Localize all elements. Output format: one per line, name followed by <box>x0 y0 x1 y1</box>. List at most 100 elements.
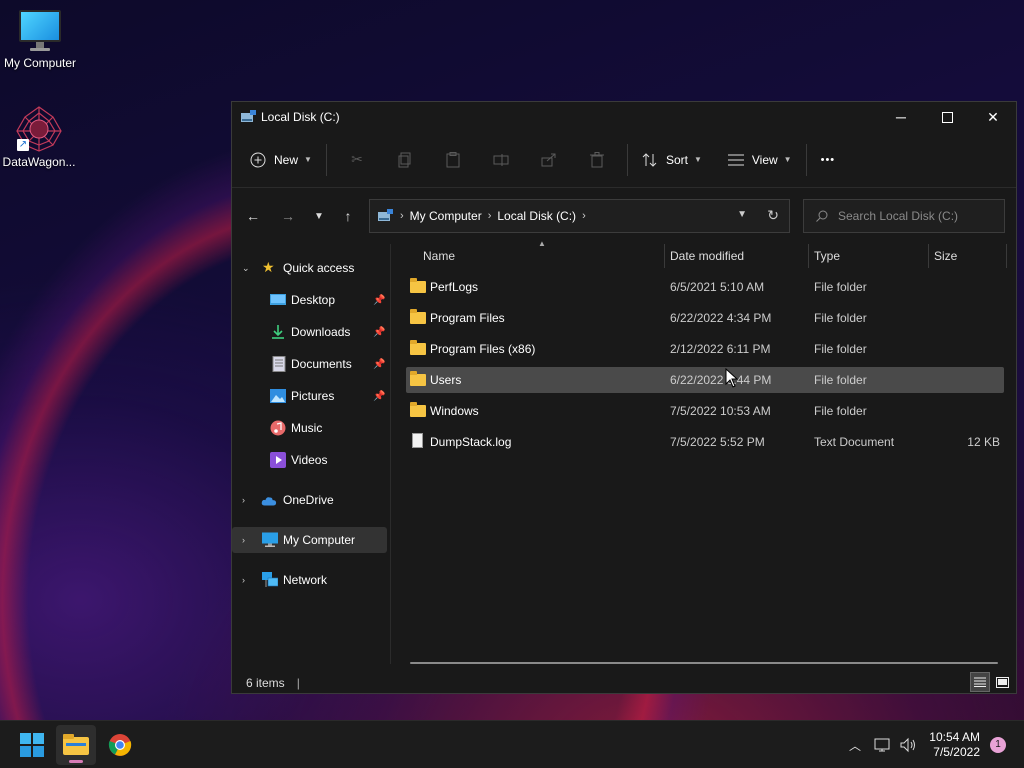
refresh-icon[interactable]: ↻ <box>767 207 779 224</box>
sort-button[interactable]: Sort ▼ <box>634 144 710 176</box>
desktop-icon-my-computer[interactable]: My Computer <box>0 10 80 70</box>
breadcrumb-local-disk[interactable]: Local Disk (C:) <box>497 209 576 223</box>
minimize-button[interactable]: ─ <box>878 102 924 132</box>
taskbar-clock[interactable]: 10:54 AM 7/5/2022 <box>929 730 980 760</box>
address-row: ← → ▼ ↑ › My Computer › Local Disk (C:) … <box>232 188 1016 244</box>
file-row[interactable]: Users 6/22/2022 3:44 PM File folder <box>406 367 1004 393</box>
address-dropdown-icon[interactable]: ▼ <box>737 209 747 220</box>
show-hidden-icons-chevron-icon[interactable]: ︿ <box>846 737 864 754</box>
nav-quick-access[interactable]: ⌄ ★ Quick access <box>232 255 387 281</box>
address-bar[interactable]: › My Computer › Local Disk (C:) › ▼ ↻ <box>369 199 790 233</box>
nav-label: Music <box>291 421 323 435</box>
notification-badge[interactable]: 1 <box>990 737 1006 753</box>
recent-locations-button[interactable]: ▼ <box>304 201 334 231</box>
file-type: File folder <box>814 342 867 356</box>
arrow-right-icon: → <box>281 208 295 224</box>
column-header-name[interactable]: Name <box>423 244 663 268</box>
expand-chevron-icon[interactable]: › <box>242 535 245 545</box>
pin-icon[interactable]: 📌 <box>373 295 385 306</box>
nav-item-music[interactable]: Music <box>232 415 387 441</box>
monitor-icon <box>262 532 278 547</box>
up-button[interactable]: ↑ <box>333 201 363 231</box>
copy-button[interactable] <box>381 144 429 176</box>
expand-chevron-icon[interactable]: › <box>242 575 245 585</box>
column-header-size[interactable]: Size <box>934 244 1004 268</box>
delete-button[interactable] <box>573 144 621 176</box>
more-options-button[interactable]: ••• <box>813 144 844 176</box>
close-button[interactable]: ✕ <box>970 102 1016 132</box>
search-input[interactable]: Search Local Disk (C:) <box>803 199 1005 233</box>
nav-item-downloads[interactable]: Downloads 📌 <box>232 319 387 345</box>
view-button[interactable]: View ▼ <box>720 144 800 176</box>
paste-button[interactable] <box>429 144 477 176</box>
expand-chevron-icon[interactable]: › <box>242 495 245 505</box>
pane-divider[interactable] <box>390 244 391 664</box>
pin-icon[interactable]: 📌 <box>373 359 385 370</box>
column-header-type[interactable]: Type <box>814 244 924 268</box>
back-button[interactable]: ← <box>238 201 268 231</box>
nav-network[interactable]: › Network <box>232 567 387 593</box>
nav-item-videos[interactable]: Videos <box>232 447 387 473</box>
pin-icon[interactable]: 📌 <box>373 391 385 402</box>
cut-button[interactable]: ✂ <box>333 144 381 176</box>
new-label: New <box>274 152 299 167</box>
share-icon <box>541 153 556 166</box>
chevron-down-icon: ▼ <box>304 155 312 164</box>
file-name: PerfLogs <box>430 280 479 294</box>
windows-logo-icon <box>20 733 44 757</box>
status-separator: | <box>296 676 300 690</box>
forward-button[interactable]: → <box>273 201 303 231</box>
column-divider[interactable] <box>928 244 929 268</box>
nav-item-pictures[interactable]: Pictures 📌 <box>232 383 387 409</box>
active-app-indicator <box>69 760 83 763</box>
shortcut-arrow-icon: ↗ <box>17 139 29 151</box>
taskbar-file-explorer[interactable] <box>56 725 96 765</box>
nav-item-desktop[interactable]: Desktop 📌 <box>232 287 387 313</box>
file-row[interactable]: Program Files 6/22/2022 4:34 PM File fol… <box>406 305 1004 331</box>
nav-item-documents[interactable]: Documents 📌 <box>232 351 387 377</box>
column-header-date[interactable]: Date modified <box>670 244 810 268</box>
column-divider[interactable] <box>664 244 665 268</box>
network-status-icon[interactable] <box>874 737 892 753</box>
volume-icon[interactable] <box>900 737 918 753</box>
rename-button[interactable] <box>477 144 525 176</box>
horizontal-scrollbar[interactable] <box>410 662 998 664</box>
folder-icon <box>410 402 426 417</box>
column-divider[interactable] <box>1006 244 1007 268</box>
file-type: File folder <box>814 373 867 387</box>
nav-label: My Computer <box>283 533 356 547</box>
maximize-icon <box>941 111 953 123</box>
command-bar: New ▼ ✂ Sort ▼ View ▼ ••• <box>232 132 1016 188</box>
file-row[interactable]: DumpStack.log 7/5/2022 5:52 PM Text Docu… <box>406 429 1004 455</box>
start-button[interactable] <box>12 725 52 765</box>
new-button[interactable]: New ▼ <box>242 144 320 176</box>
toolbar-divider <box>805 143 807 176</box>
search-icon <box>816 210 828 222</box>
desktop-icon-datawagon[interactable]: ↗ DataWagon... <box>0 105 79 169</box>
file-explorer-window: Local Disk (C:) ─ ✕ New ▼ ✂ Sort ▼ View … <box>231 101 1017 694</box>
share-button[interactable] <box>525 144 573 176</box>
nav-label: Documents <box>291 357 352 371</box>
sort-label: Sort <box>665 152 688 167</box>
expand-chevron-icon[interactable]: ⌄ <box>242 263 250 274</box>
nav-my-computer[interactable]: › My Computer <box>232 527 387 553</box>
maximize-button[interactable] <box>924 102 970 132</box>
details-view-button[interactable] <box>970 672 990 692</box>
tiles-view-button[interactable] <box>992 672 1012 692</box>
file-row[interactable]: Windows 7/5/2022 10:53 AM File folder <box>406 398 1004 424</box>
title-bar[interactable]: Local Disk (C:) ─ ✕ <box>232 102 1016 132</box>
file-date: 7/5/2022 5:52 PM <box>670 435 765 449</box>
taskbar-chrome[interactable] <box>100 725 140 765</box>
file-row[interactable]: PerfLogs 6/5/2021 5:10 AM File folder <box>406 274 1004 300</box>
clipboard-icon <box>446 151 460 167</box>
breadcrumb-my-computer[interactable]: My Computer <box>410 209 482 223</box>
nav-onedrive[interactable]: › OneDrive <box>232 487 387 513</box>
desktop-icon-label: DataWagon... <box>2 155 76 169</box>
more-icon: ••• <box>820 153 836 166</box>
column-divider[interactable] <box>808 244 809 268</box>
file-date: 6/5/2021 5:10 AM <box>670 280 765 294</box>
file-name: Program Files <box>430 311 505 325</box>
pin-icon[interactable]: 📌 <box>373 327 385 338</box>
file-size: 12 KB <box>967 435 1000 449</box>
file-row[interactable]: Program Files (x86) 2/12/2022 6:11 PM Fi… <box>406 336 1004 362</box>
